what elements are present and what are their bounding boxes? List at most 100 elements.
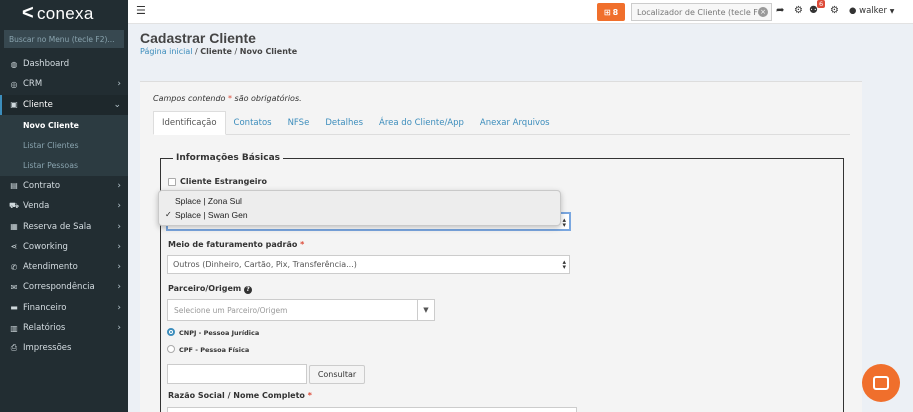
client-locator-input[interactable]: Localizador de Cliente (tecle F4) × <box>631 3 772 21</box>
help-icon[interactable]: ? <box>244 286 253 294</box>
consult-button[interactable]: Consultar <box>309 365 365 384</box>
sidebar-item-label: Financeiro <box>23 302 67 313</box>
sidebar-item-label: Venda <box>23 201 50 212</box>
tab--rea-do-cliente-app[interactable]: Área do Cliente/App <box>371 111 472 135</box>
sidebar-item-label: Correspondência <box>23 282 95 293</box>
gift-count: 8 <box>612 7 619 17</box>
radio-cnpj[interactable] <box>167 328 175 336</box>
tab-identifica-o[interactable]: Identificação <box>153 111 226 135</box>
billing-select[interactable]: Outros (Dinheiro, Cartão, Pix, Transferê… <box>167 255 570 274</box>
gift-button[interactable]: ⊞ 8 <box>597 3 625 21</box>
cogs-icon[interactable]: ⚙ <box>830 5 839 16</box>
chevron-down-icon[interactable]: ▼ <box>417 300 434 320</box>
menu-search-input[interactable]: Buscar no Menu (tecle F2)... <box>4 30 124 48</box>
radio-cpf[interactable] <box>167 345 175 353</box>
top-navbar: ☰ ⊞ 8 Localizador de Cliente (tecle F4) … <box>128 0 913 24</box>
client-locator-placeholder: Localizador de Cliente (tecle F4) <box>637 7 767 17</box>
tab-anexar-arquivos[interactable]: Anexar Arquivos <box>472 111 558 135</box>
money-icon: ▬ <box>10 303 18 313</box>
chat-widget-button[interactable] <box>862 364 900 402</box>
share-icon: ⋖ <box>10 242 18 252</box>
partner-combobox[interactable]: Selecione um Parceiro/Origem ▼ <box>167 299 435 321</box>
hamburger-menu-icon[interactable]: ☰ <box>136 4 146 17</box>
mail-icon: ✉ <box>10 282 18 292</box>
sidebar-subitem-listar-pessoas[interactable]: Listar Pessoas <box>0 155 128 176</box>
chevron-right-icon: › <box>117 180 121 191</box>
chevron-right-icon: › <box>117 262 121 273</box>
sidebar-item-reserva-de-sala[interactable]: ▦ Reserva de Sala › <box>0 216 128 236</box>
calendar-icon: ▦ <box>10 222 18 232</box>
user-menu[interactable]: ● walker ▼ <box>849 6 894 16</box>
partner-placeholder: Selecione um Parceiro/Origem <box>174 305 288 315</box>
foreign-client-checkbox[interactable] <box>168 178 176 186</box>
chevron-right-icon: › <box>117 302 121 313</box>
sidebar-item-correspond-ncia[interactable]: ✉ Correspondência › <box>0 277 128 297</box>
contract-icon: ▤ <box>10 181 18 191</box>
chevron-right-icon: › <box>117 241 121 252</box>
chevron-right-icon: › <box>117 79 121 90</box>
chevron-right-icon: › <box>117 323 121 333</box>
tab-detalhes[interactable]: Detalhes <box>317 111 371 135</box>
select-arrows-icon: ▴ ▾ <box>562 216 566 229</box>
partner-label-text: Parceiro/Origem <box>168 284 242 293</box>
sidebar-item-relat-rios[interactable]: ▥ Relatórios › <box>0 318 128 338</box>
clear-icon[interactable]: × <box>758 7 768 17</box>
company-name-input[interactable] <box>167 407 577 412</box>
sidebar-item-atendimento[interactable]: ✆ Atendimento › <box>0 257 128 277</box>
breadcrumb: Página inicial / Cliente / Novo Cliente <box>140 47 297 56</box>
sidebar-item-venda[interactable]: ⛟ Venda › <box>0 196 128 216</box>
checkmark-icon: ✓ <box>165 210 172 219</box>
chat-icon <box>873 376 889 390</box>
sidebar-item-financeiro[interactable]: ▬ Financeiro › <box>0 298 128 318</box>
billing-label: Meio de faturamento padrão * <box>168 240 304 249</box>
sidebar-item-dashboard[interactable]: ◍ Dashboard <box>0 54 128 74</box>
breadcrumb-separator: / <box>231 47 240 56</box>
print-icon: ⎙ <box>10 343 18 353</box>
crm-icon: ◎ <box>10 79 18 89</box>
partner-label: Parceiro/Origem ? <box>168 284 253 294</box>
page-title: Cadastrar Cliente <box>140 30 256 46</box>
dashboard-icon: ◍ <box>10 59 18 69</box>
breadcrumb-home[interactable]: Página inicial <box>140 47 192 56</box>
form-tabs: Identificação Contatos NFSe Detalhes Área do… <box>153 111 850 135</box>
gift-icon: ⊞ <box>603 7 611 17</box>
sidebar-subitem-novo-cliente[interactable]: Novo Cliente <box>0 114 128 136</box>
required-star: * <box>307 391 312 400</box>
sidebar-item-cliente[interactable]: ▣ Cliente ⌄ <box>0 94 128 115</box>
required-note-text: são obrigatórios. <box>231 94 302 103</box>
notifications-badge: 6 <box>817 0 826 8</box>
document-input[interactable] <box>167 364 307 384</box>
brand-name: conexa <box>36 3 94 23</box>
sidebar: < conexa Buscar no Menu (tecle F2)... ◍ D… <box>0 0 128 412</box>
tab-contatos[interactable]: Contatos <box>226 111 280 135</box>
chevron-right-icon: › <box>117 282 121 293</box>
share-arrow-icon[interactable]: ➦ <box>776 5 784 16</box>
sidebar-subitem-listar-clientes[interactable]: Listar Clientes <box>0 135 128 156</box>
company-name-label: Razão Social / Nome Completo * <box>168 391 312 400</box>
dropdown-option[interactable]: Splace | Swan Gen <box>175 210 248 220</box>
sidebar-item-coworking[interactable]: ⋖ Coworking › <box>0 237 128 257</box>
settings-gear-icon[interactable]: ⚙ <box>794 5 803 16</box>
sidebar-item-crm[interactable]: ◎ CRM › <box>0 74 128 94</box>
sidebar-item-label: Atendimento <box>23 262 78 273</box>
tab-nfse[interactable]: NFSe <box>280 111 318 135</box>
caret-down-icon: ▼ <box>889 8 895 15</box>
radio-cnpj-label: CNPJ - Pessoa Jurídica <box>179 329 260 337</box>
sidebar-item-contrato[interactable]: ▤ Contrato › <box>0 176 128 196</box>
brand-logo[interactable]: < conexa <box>0 0 128 27</box>
sidebar-item-label: Relatórios <box>23 323 66 333</box>
sidebar-item-label: Reserva de Sala <box>23 221 92 232</box>
sidebar-item-label: Coworking <box>23 241 68 252</box>
sidebar-item-impress-es[interactable]: ⎙ Impressões <box>0 338 128 358</box>
phone-icon: ✆ <box>10 262 18 272</box>
breadcrumb-client[interactable]: Cliente <box>200 47 232 56</box>
dropdown-option[interactable]: Splace | Zona Sul <box>175 196 242 206</box>
chevron-right-icon: › <box>117 201 121 212</box>
required-star: * <box>300 240 305 249</box>
unit-dropdown-popup: Splace | Zona Sul Splace | Swan Gen ✓ <box>158 190 561 226</box>
billing-select-value: Outros (Dinheiro, Cartão, Pix, Transferê… <box>173 260 357 269</box>
fieldset-legend: Informações Básicas <box>173 153 283 163</box>
required-note-text: Campos contendo <box>153 94 228 103</box>
chart-icon: ▥ <box>10 323 18 333</box>
required-note: Campos contendo * são obrigatórios. <box>153 94 302 103</box>
